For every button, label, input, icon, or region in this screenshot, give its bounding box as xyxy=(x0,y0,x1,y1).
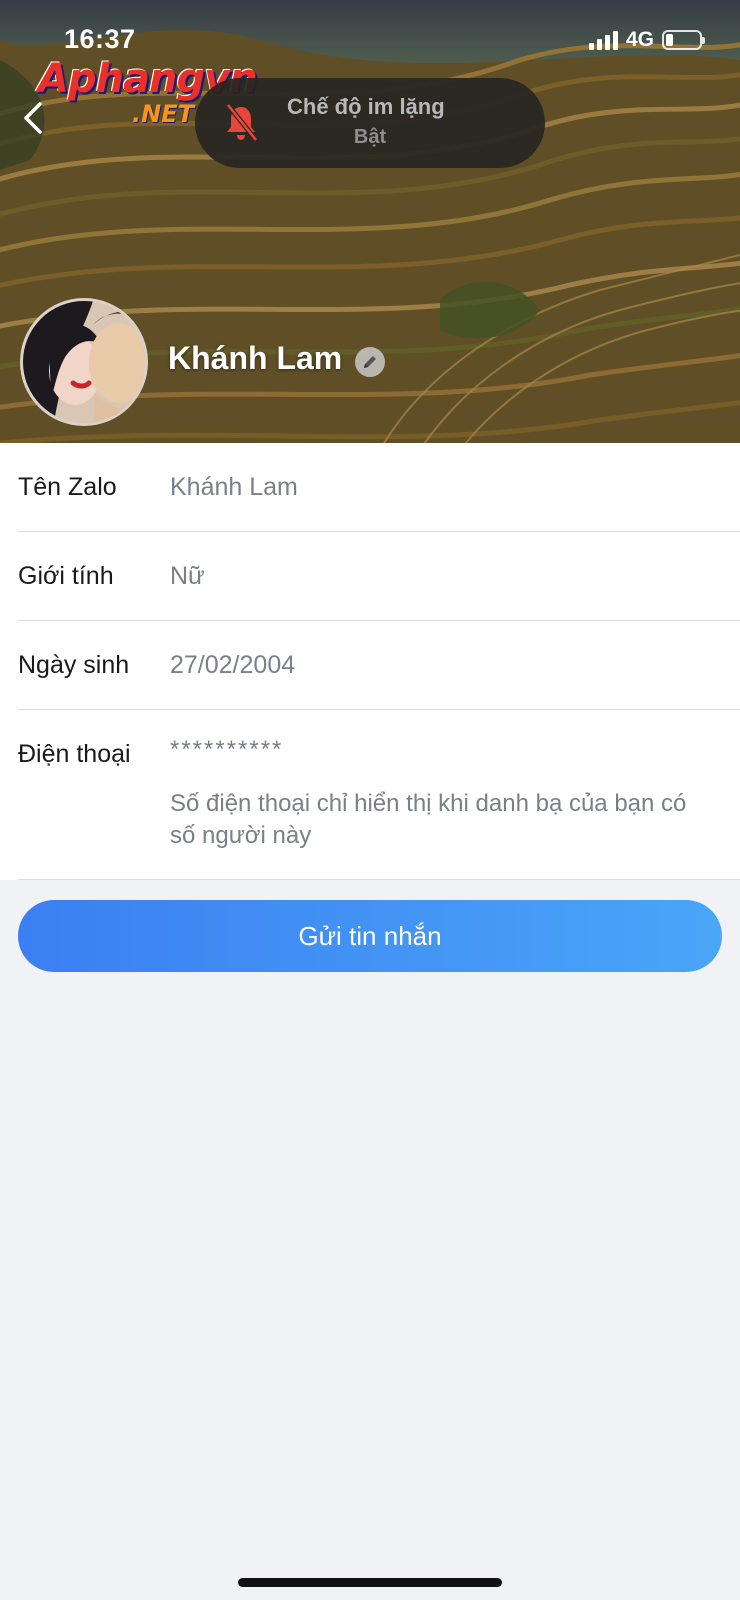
profile-name: Khánh Lam xyxy=(168,340,343,376)
gender-value: Nữ xyxy=(170,562,205,590)
birthday-value: 27/02/2004 xyxy=(170,651,296,679)
watermark-logo-suffix: .NET xyxy=(132,100,194,128)
toast-subtitle: Bật xyxy=(353,126,387,148)
battery-icon xyxy=(662,30,705,50)
chevron-left-icon xyxy=(24,102,42,134)
zalo-name-label: Tên Zalo xyxy=(18,473,117,501)
silent-mode-toast: Chế độ im lặng Bật xyxy=(195,78,545,168)
toast-title: Chế độ im lặng xyxy=(287,94,445,119)
phone-visibility-note: Số điện thoại chỉ hiển thị khi danh bạ c… xyxy=(170,790,687,849)
network-type: 4G xyxy=(625,28,654,51)
back-button[interactable] xyxy=(18,98,48,138)
divider xyxy=(18,879,740,880)
profile-info-list: Tên Zalo Khánh Lam Giới tính Nữ Ngày sin… xyxy=(0,443,740,880)
signal-icon xyxy=(588,30,618,50)
status-time: 16:37 xyxy=(64,24,136,54)
avatar-illustration xyxy=(23,301,145,423)
send-message-button[interactable]: Gửi tin nhắn xyxy=(18,900,722,972)
status-indicators: 4G xyxy=(588,28,705,52)
info-row-zalo-name: Tên Zalo Khánh Lam xyxy=(0,443,740,532)
home-indicator[interactable] xyxy=(238,1578,502,1587)
info-row-phone: Điện thoại ********** Số điện thoại chỉ … xyxy=(0,710,740,880)
edit-name-button[interactable] xyxy=(355,347,385,377)
info-row-gender: Giới tính Nữ xyxy=(0,532,740,621)
phone-label: Điện thoại xyxy=(18,740,131,768)
phone-value: ********** xyxy=(170,736,284,763)
avatar[interactable] xyxy=(20,298,148,426)
pencil-icon xyxy=(364,356,376,368)
zalo-name-value: Khánh Lam xyxy=(170,473,298,501)
info-row-birthday: Ngày sinh 27/02/2004 xyxy=(0,621,740,710)
birthday-label: Ngày sinh xyxy=(18,651,130,679)
gender-label: Giới tính xyxy=(18,562,114,590)
